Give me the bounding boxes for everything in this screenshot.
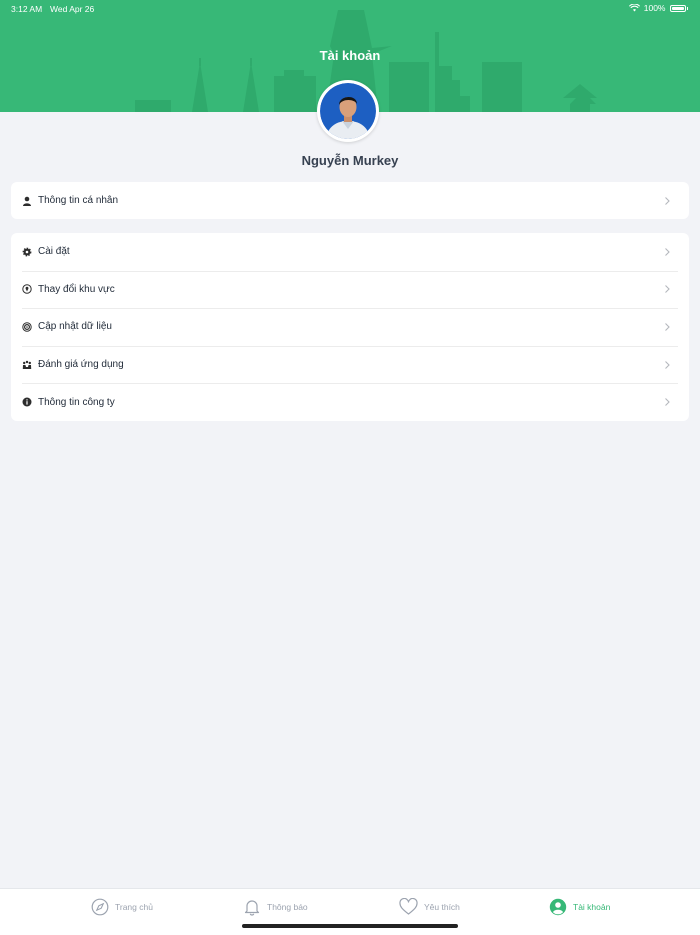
chevron-right-icon <box>665 398 670 407</box>
battery-icon <box>669 4 686 12</box>
tab-account[interactable]: Tài khoản <box>549 897 610 917</box>
compass-icon <box>91 898 109 916</box>
menu-item-change-region[interactable]: Thay đổi khu vực <box>11 270 689 309</box>
settings-card: Cài đặt Thay đổi khu vực Cập nhật dữ liệ… <box>11 233 689 421</box>
tab-notifications[interactable]: Thông báo <box>243 897 308 917</box>
status-time: 3:12 AM <box>11 4 43 14</box>
chevron-right-icon <box>665 285 670 294</box>
rating-icon <box>22 360 32 370</box>
page-title: Tài khoản <box>319 48 381 63</box>
info-icon <box>22 397 32 407</box>
tab-home[interactable]: Trang chủ <box>91 897 153 917</box>
menu-item-label: Thông tin công ty <box>38 396 115 408</box>
menu-item-personal-info[interactable]: Thông tin cá nhân <box>11 182 689 219</box>
person-icon <box>22 196 32 206</box>
menu-item-label: Cài đặt <box>38 246 70 258</box>
sync-icon <box>22 322 32 332</box>
wifi-icon <box>628 4 640 12</box>
chevron-right-icon <box>665 360 670 369</box>
home-indicator[interactable] <box>242 924 458 928</box>
heart-icon <box>399 898 418 915</box>
profile-name: Nguyễn Murkey <box>301 153 399 168</box>
profile-photo <box>320 83 376 139</box>
menu-item-label: Thay đổi khu vực <box>38 283 115 295</box>
menu-item-label: Cập nhật dữ liệu <box>38 321 112 333</box>
tab-label: Thông báo <box>267 902 308 912</box>
location-pin-icon <box>22 284 32 295</box>
menu-item-rate-app[interactable]: Đánh giá ứng dụng <box>11 345 689 384</box>
avatar[interactable] <box>317 80 379 142</box>
status-date: Wed Apr 26 <box>50 4 95 14</box>
status-indicators: 100% <box>628 3 688 13</box>
tab-label: Yêu thích <box>424 902 460 912</box>
personal-info-card: Thông tin cá nhân <box>11 182 689 219</box>
tab-favorites[interactable]: Yêu thích <box>399 897 460 917</box>
chevron-right-icon <box>665 323 670 331</box>
menu-item-label: Đánh giá ứng dụng <box>38 359 124 371</box>
status-bar: 3:12 AM Wed Apr 26 100% <box>0 0 700 18</box>
tab-label: Tài khoản <box>573 902 611 912</box>
menu-item-label: Thông tin cá nhân <box>38 195 119 206</box>
chevron-right-icon <box>665 247 670 256</box>
menu-item-settings[interactable]: Cài đặt <box>11 233 689 271</box>
account-icon <box>549 898 567 916</box>
menu-item-company-info[interactable]: Thông tin công ty <box>11 383 689 421</box>
gear-icon <box>22 247 32 257</box>
tab-label: Trang chủ <box>115 902 153 912</box>
bell-icon <box>244 900 260 916</box>
battery-tip <box>686 6 688 10</box>
menu-item-update-data[interactable]: Cập nhật dữ liệu <box>11 308 689 346</box>
battery-percentage: 100% <box>643 3 666 13</box>
chevron-right-icon <box>665 196 670 205</box>
